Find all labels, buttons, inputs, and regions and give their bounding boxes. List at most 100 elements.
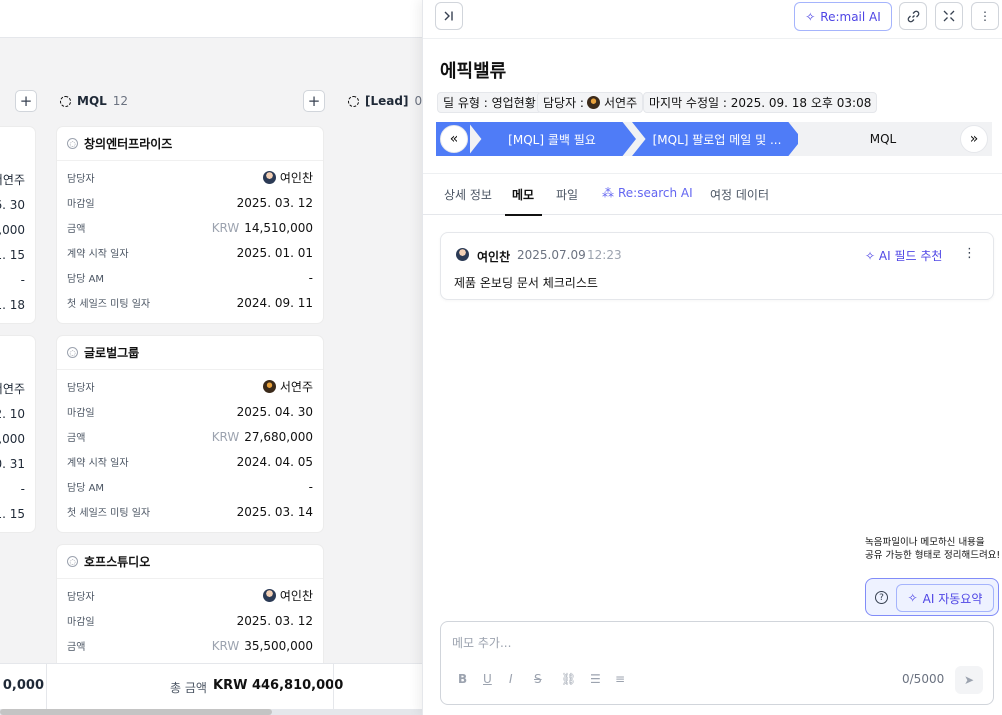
memo-input[interactable]: 메모 추가... bbox=[452, 634, 511, 651]
kanban-board: + MQL 12 + [Lead] 0 서연주 6. 30 ,000 1. 15… bbox=[0, 0, 422, 715]
strikethrough-icon[interactable]: S bbox=[534, 672, 542, 686]
stage-prev-button[interactable]: « bbox=[440, 125, 468, 153]
bold-icon[interactable]: B bbox=[458, 672, 467, 686]
remail-ai-button[interactable]: ✧ Re:mail AI bbox=[794, 2, 892, 31]
card-row: 금액 KRW 14,510,000 bbox=[57, 215, 323, 240]
stage-label: [MQL] 콜백 필요 bbox=[508, 132, 596, 147]
add-card-button[interactable]: + bbox=[303, 90, 325, 112]
stage-circle-icon bbox=[60, 95, 71, 107]
card-value: 1. 15 bbox=[0, 247, 25, 262]
deal-card-partial[interactable]: 서연주 6. 30 ,000 1. 15 - 1. 18 bbox=[0, 126, 36, 324]
company-name: 창의엔터프라이즈 bbox=[84, 137, 173, 151]
card-row: 계약 시작 일자 2025. 01. 01 bbox=[57, 240, 323, 265]
memo-date: 2025.07.09 bbox=[517, 248, 586, 262]
tab-research-ai[interactable]: ⁂ Re:search AI bbox=[602, 186, 693, 200]
italic-icon[interactable]: I bbox=[509, 672, 513, 686]
row-value: - bbox=[308, 270, 313, 285]
stage-step[interactable]: MQL bbox=[798, 122, 968, 156]
char-count: 0/5000 bbox=[902, 672, 945, 686]
collapse-right-icon bbox=[444, 11, 453, 21]
expand-button[interactable] bbox=[935, 2, 963, 30]
tab-files[interactable]: 파일 bbox=[556, 186, 578, 203]
memo-more-button[interactable]: ⋮ bbox=[963, 246, 976, 261]
row-label: 금액 bbox=[67, 433, 86, 444]
row-value: - bbox=[308, 479, 313, 494]
card-row: 마감일 2025. 03. 12 bbox=[57, 190, 323, 215]
card-row: 담당자 여인찬 bbox=[57, 583, 323, 608]
card-value: 0. 31 bbox=[0, 456, 25, 471]
memo-composer[interactable]: 메모 추가... B U I S ⛓ ☰ ≡ 0/5000 ➤ bbox=[440, 621, 994, 705]
stage-label: MQL bbox=[869, 132, 897, 146]
card-value: 6. 30 bbox=[0, 197, 25, 212]
stage-step[interactable]: [MQL] 콜백 필요 bbox=[468, 122, 636, 156]
board-topbar bbox=[0, 0, 422, 38]
owner-name: 서연주 bbox=[603, 96, 638, 110]
deal-card[interactable]: ◌ 창의엔터프라이즈 담당자 여인찬 마감일 2025. 03. 12 금액 KRW 14… bbox=[56, 126, 324, 324]
card-value: 서연주 bbox=[0, 173, 25, 187]
row-label: 첫 세일즈 미팅 일자 bbox=[67, 299, 151, 310]
card-value: ,000 bbox=[0, 431, 25, 446]
tab-memo[interactable]: 메모 bbox=[512, 186, 534, 203]
row-label: 마감일 bbox=[67, 408, 95, 419]
stage-circle-icon bbox=[348, 95, 359, 107]
card-value: 서연주 bbox=[0, 382, 25, 396]
bullet-list-icon[interactable]: ≡ bbox=[615, 672, 625, 686]
card-row: 금액 KRW 27,680,000 bbox=[57, 424, 323, 449]
card-row: 첫 세일즈 미팅 일자 2025. 03. 14 bbox=[57, 499, 323, 524]
tab-journey-data[interactable]: 여정 데이터 bbox=[710, 186, 769, 203]
row-value: 27,680,000 bbox=[244, 429, 313, 444]
collapse-panel-button[interactable] bbox=[435, 2, 463, 30]
avatar bbox=[262, 171, 276, 184]
send-button[interactable]: ➤ bbox=[955, 666, 983, 694]
row-label: 금액 bbox=[67, 642, 86, 653]
board-footer: 0,000 총 금액 KRW 446,810,000 bbox=[0, 663, 422, 710]
card-value: 1. 18 bbox=[0, 297, 25, 312]
ai-summary-label: AI 자동요약 bbox=[922, 591, 983, 606]
card-row: 담당 AM - bbox=[57, 265, 323, 290]
tab-details[interactable]: 상세 정보 bbox=[444, 186, 492, 203]
row-value: 서연주 bbox=[279, 380, 313, 394]
detail-tabs: 상세 정보 메모 파일 ⁂ Re:search AI 여정 데이터 bbox=[423, 173, 1002, 216]
card-row: 마감일 2025. 03. 12 bbox=[57, 608, 323, 633]
ai-summary-button[interactable]: ✧ AI 자동요약 bbox=[896, 584, 994, 612]
send-icon: ➤ bbox=[963, 673, 975, 687]
more-options-button[interactable]: ⋮ bbox=[971, 2, 999, 30]
deal-card-partial[interactable]: 서연주 2. 10 ,000 0. 31 - 1. 15 bbox=[0, 335, 36, 533]
horizontal-scrollbar[interactable] bbox=[0, 709, 422, 715]
row-label: 담당 AM bbox=[67, 274, 105, 285]
company-name: 글로벌그룹 bbox=[84, 346, 140, 360]
scrollbar-thumb[interactable] bbox=[0, 709, 272, 715]
tooltip-line: 녹음파일이나 메모하신 내용을 bbox=[865, 537, 985, 548]
underline-icon[interactable]: U bbox=[483, 672, 492, 686]
currency: KRW bbox=[211, 429, 240, 444]
row-value: 여인찬 bbox=[279, 589, 313, 603]
deal-type-tag[interactable]: 딜 유형 : 영업현황 bbox=[437, 92, 542, 113]
card-value: 2. 10 bbox=[0, 406, 25, 421]
avatar bbox=[262, 380, 276, 393]
column-header-mql: MQL 12 bbox=[60, 90, 128, 112]
loading-spark-icon: ⁂ bbox=[602, 186, 614, 200]
link-icon[interactable]: ⛓ bbox=[561, 672, 576, 686]
company-icon: ◌ bbox=[67, 347, 78, 358]
row-label: 마감일 bbox=[67, 617, 95, 628]
deal-title: 에픽밸류 bbox=[440, 61, 507, 82]
sparkle-icon: ✧ bbox=[805, 9, 816, 24]
ordered-list-icon[interactable]: ☰ bbox=[590, 672, 601, 686]
memo-time: 12:23 bbox=[587, 248, 622, 262]
deal-card[interactable]: ◌ 글로벌그룹 담당자 서연주 마감일 2025. 04. 30 금액 KRW 27,68… bbox=[56, 335, 324, 533]
stage-label: [MQL] 팔로업 메일 및 ... bbox=[652, 132, 782, 147]
last-modified-tag: 마지막 수정일 : 2025. 09. 18 오후 03:08 bbox=[643, 92, 878, 113]
memo-item[interactable]: 여인찬 2025.07.09 12:23 ✧ AI 필드 추천 ⋮ 제품 온보딩… bbox=[440, 232, 994, 300]
row-value: 2025. 01. 01 bbox=[236, 245, 313, 260]
deal-card[interactable]: ◌ 호프스튜디오 담당자 여인찬 마감일 2025. 03. 12 금액 KRW 35,5… bbox=[56, 544, 324, 674]
copy-link-button[interactable] bbox=[899, 2, 927, 30]
stage-next-button[interactable]: » bbox=[960, 125, 988, 153]
add-card-button[interactable]: + bbox=[15, 90, 37, 112]
help-icon[interactable]: ? bbox=[875, 591, 888, 604]
row-value: 2025. 04. 30 bbox=[236, 404, 313, 419]
stage-step[interactable]: [MQL] 팔로업 메일 및 ... bbox=[632, 122, 802, 156]
row-label: 계약 시작 일자 bbox=[67, 249, 129, 260]
row-value: 14,510,000 bbox=[244, 220, 313, 235]
owner-tag[interactable]: 담당자 : 서연주 bbox=[537, 92, 644, 113]
ai-field-suggest-button[interactable]: ✧ AI 필드 추천 bbox=[865, 247, 942, 264]
